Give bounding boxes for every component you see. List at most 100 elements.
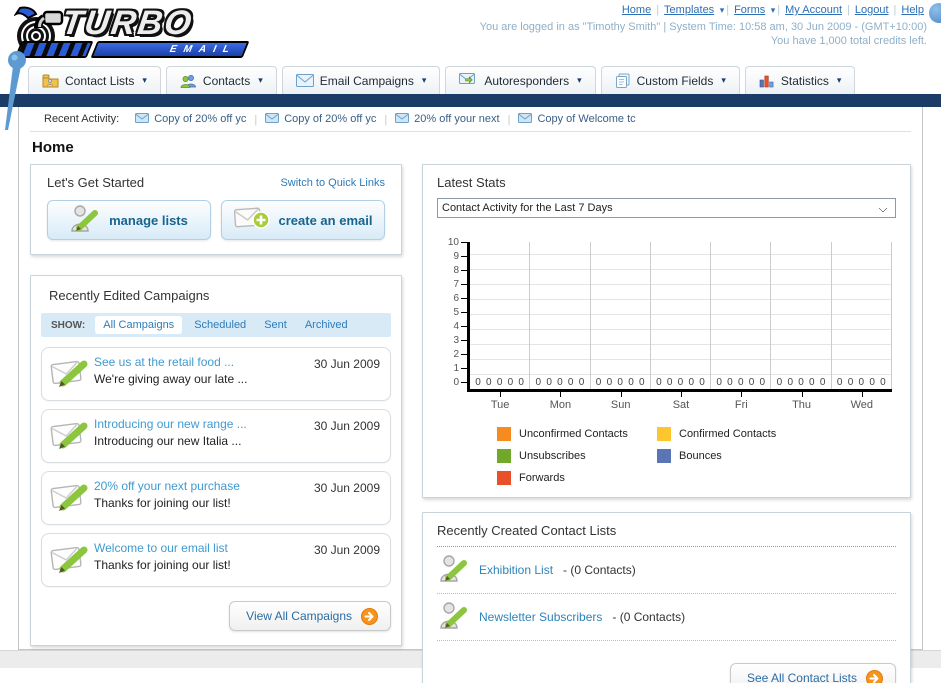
view-all-campaigns-label: View All Campaigns — [246, 609, 352, 623]
header-link-logout[interactable]: Logout — [855, 4, 889, 16]
tab-label: Email Campaigns — [319, 73, 414, 88]
legend-label: Confirmed Contacts — [679, 428, 777, 440]
tab-email-campaigns[interactable]: Email Campaigns ▾ — [281, 66, 441, 94]
tab-custom-fields[interactable]: Custom Fields ▾ — [600, 66, 740, 94]
x-axis-label-thu: Thu — [771, 392, 831, 411]
tab-contacts[interactable]: Contacts ▾ — [165, 66, 277, 94]
contact-list-link[interactable]: Exhibition List — [479, 563, 553, 577]
arrow-circle-icon — [866, 669, 883, 683]
recent-activity-link[interactable]: Copy of Welcome tc — [537, 113, 635, 125]
value-label: 0 — [507, 377, 514, 388]
y-tick: 9 — [441, 250, 467, 262]
recent-activity-item[interactable]: 20% off your next — [395, 112, 500, 126]
autoresponder-envelope-icon — [459, 73, 478, 88]
campaign-title-link[interactable]: 20% off your next purchase — [94, 479, 314, 493]
contact-list-link[interactable]: Newsletter Subscribers — [479, 610, 602, 624]
campaign-date: 30 Jun 2009 — [313, 543, 380, 557]
filter-scheduled[interactable]: Scheduled — [194, 319, 246, 331]
recent-activity-item[interactable]: Copy of Welcome tc — [518, 112, 636, 126]
header-link-help[interactable]: Help — [901, 4, 924, 16]
header-link-home[interactable]: Home — [622, 4, 651, 16]
value-label: 0 — [628, 377, 634, 388]
see-all-contact-lists-button[interactable]: See All Contact Lists — [729, 663, 896, 683]
recent-activity-link[interactable]: 20% off your next — [414, 113, 499, 125]
value-label: 0 — [677, 377, 684, 388]
nav-separator: | — [893, 4, 897, 16]
value-labels-row: 00000 — [591, 377, 650, 388]
value-label: 0 — [486, 377, 492, 388]
arrow-circle-icon — [361, 607, 378, 625]
value-label: 0 — [496, 377, 503, 388]
chevron-down-icon: ▾ — [721, 75, 726, 85]
chart-group-fri: 00000 — [711, 242, 772, 389]
recent-activity-item[interactable]: Copy of 20% off yc — [135, 112, 246, 126]
value-labels-row: 00000 — [470, 377, 529, 388]
campaign-row[interactable]: 20% off your next purchase Thanks for joi… — [41, 471, 391, 525]
show-label: SHOW: — [51, 319, 86, 331]
chevron-down-icon: ▾ — [717, 5, 725, 15]
mail-small-icon — [265, 112, 280, 126]
contact-list-row[interactable]: Exhibition List - (0 Contacts) — [437, 547, 896, 594]
y-tick: 1 — [441, 363, 467, 374]
campaign-subtitle: Introducing our new Italia ... — [94, 434, 242, 448]
envelope-pencil-icon — [50, 541, 94, 579]
create-an-email-label: create an email — [278, 212, 373, 228]
filter-archived[interactable]: Archived — [305, 319, 348, 331]
chart-y-axis: 10 9 8 7 6 5 4 3 2 1 0 — [441, 237, 467, 388]
value-labels-row: 00000 — [711, 377, 770, 388]
y-tick-label: 9 — [453, 250, 459, 262]
tab-contact-lists[interactable]: Contact Lists ▾ — [28, 66, 161, 94]
value-label: 0 — [699, 377, 705, 388]
contacts-people-icon — [180, 74, 197, 88]
header-link-templates[interactable]: Templates — [664, 4, 714, 16]
campaign-row[interactable]: See us at the retail food ... We're givin… — [41, 347, 391, 401]
create-an-email-button[interactable]: create an email — [221, 200, 385, 240]
manage-lists-label: manage lists — [109, 212, 188, 228]
campaign-title-link[interactable]: See us at the retail food ... — [94, 355, 314, 369]
value-label: 0 — [578, 377, 585, 388]
tab-statistics[interactable]: Statistics ▾ — [744, 66, 856, 94]
campaign-info: See us at the retail food ... We're givin… — [94, 355, 314, 386]
tab-label: Contacts — [202, 73, 251, 88]
contact-list-row[interactable]: Newsletter Subscribers - (0 Contacts) — [437, 594, 896, 641]
value-label: 0 — [869, 377, 875, 388]
navy-divider-bar — [0, 94, 941, 107]
stats-report-select[interactable]: Contact Activity for the Last 7 Days — [437, 198, 896, 218]
recent-activity-link[interactable]: Copy of 20% off yc — [154, 113, 246, 125]
x-axis-label-wed: Wed — [832, 392, 892, 411]
contact-list-detail: - (0 Contacts) — [563, 563, 636, 577]
recent-activity-label: Recent Activity: — [44, 113, 120, 125]
chevron-down-icon: ▾ — [577, 75, 582, 85]
campaign-row[interactable]: Welcome to our email list Thanks for join… — [41, 533, 391, 587]
campaign-title-link[interactable]: Introducing our new range ... — [94, 417, 314, 431]
chart-group-sun: 00000 — [591, 242, 651, 389]
header-link-forms[interactable]: Forms — [734, 4, 765, 16]
recent-activity-link[interactable]: Copy of 20% off yc — [284, 113, 376, 125]
value-label: 0 — [606, 377, 613, 388]
nav-separator: | — [726, 4, 730, 16]
chart-plot-area: 00000000000000000000000000000000000 — [467, 242, 892, 392]
value-label: 0 — [666, 377, 673, 388]
chart-legend: Unconfirmed Contacts Confirmed Contacts Un… — [497, 427, 892, 485]
y-tick: 0 — [441, 377, 467, 388]
tab-autoresponders[interactable]: Autoresponders ▾ — [445, 66, 596, 94]
header-link-my-account[interactable]: My Account — [785, 4, 842, 16]
y-tick: 3 — [441, 334, 467, 346]
help-balloon-icon[interactable] — [929, 3, 941, 23]
contact-lists-panel-title: Recently Created Contact Lists — [437, 523, 896, 547]
campaign-title-link[interactable]: Welcome to our email list — [94, 541, 314, 555]
envelope-pencil-icon — [50, 417, 94, 455]
switch-to-quick-links-link[interactable]: Switch to Quick Links — [280, 177, 385, 189]
filter-all-campaigns[interactable]: All Campaigns — [95, 316, 183, 334]
filter-sent[interactable]: Sent — [264, 319, 287, 331]
legend-swatch — [497, 427, 511, 441]
value-label: 0 — [595, 377, 602, 388]
manage-lists-button[interactable]: manage lists — [47, 200, 211, 240]
value-label: 0 — [518, 377, 524, 388]
recent-activity-item[interactable]: Copy of 20% off yc — [265, 112, 376, 126]
x-axis-label-sun: Sun — [591, 392, 651, 411]
campaign-row[interactable]: Introducing our new range ... Introducing… — [41, 409, 391, 463]
y-tick-label: 3 — [453, 334, 459, 346]
chart-group-wed: 00000 — [832, 242, 892, 389]
view-all-campaigns-button[interactable]: View All Campaigns — [229, 601, 391, 631]
